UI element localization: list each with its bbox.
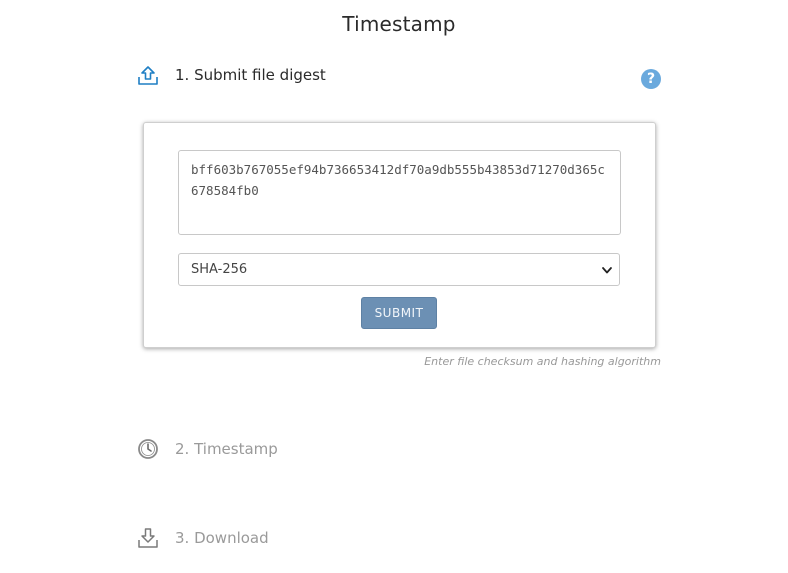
help-icon[interactable]: ? xyxy=(641,69,661,89)
digest-input[interactable] xyxy=(178,150,621,235)
step-download: 3. Download xyxy=(137,527,269,549)
algorithm-selected-value: SHA-256 xyxy=(191,262,248,277)
page: Timestamp 1. Submit file digest ? SHA-25… xyxy=(0,0,788,573)
step-label: 2. Timestamp xyxy=(175,440,278,458)
digest-form-card: SHA-256 SUBMIT xyxy=(143,122,656,348)
step-timestamp: 2. Timestamp xyxy=(137,438,278,460)
form-hint: Enter file checksum and hashing algorith… xyxy=(424,355,661,368)
download-icon xyxy=(137,527,159,549)
page-title: Timestamp xyxy=(342,12,456,36)
clock-icon xyxy=(137,438,159,460)
submit-button[interactable]: SUBMIT xyxy=(361,297,437,329)
step-submit-digest: 1. Submit file digest xyxy=(137,64,326,86)
step-label: 3. Download xyxy=(175,529,269,547)
upload-icon xyxy=(137,64,159,86)
algorithm-select[interactable]: SHA-256 xyxy=(178,253,620,286)
step-label: 1. Submit file digest xyxy=(175,66,326,84)
chevron-down-icon xyxy=(601,263,613,281)
